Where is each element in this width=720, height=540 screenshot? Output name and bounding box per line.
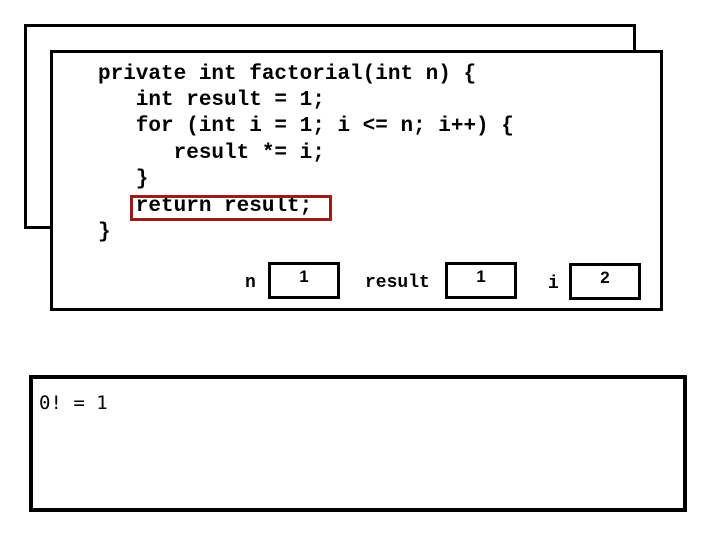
code-line: result *= i; [98, 142, 325, 165]
current-line-highlight [130, 195, 332, 221]
code-line: } [98, 168, 149, 191]
console-output: 0! = 1 [29, 375, 687, 512]
code-line: for (int i = 1; i <= n; i++) { [98, 115, 514, 138]
variable-label: n [245, 273, 256, 293]
code-line: private int factorial(int n) { [98, 63, 477, 86]
variable-value-box: 1 [445, 262, 517, 299]
code-line: int result = 1; [98, 89, 325, 112]
code-line: } [98, 221, 111, 244]
variable-label: i [548, 274, 559, 294]
variable-value-box: 2 [569, 263, 641, 300]
variable-label: result [365, 273, 430, 293]
console-output-text: 0! = 1 [39, 392, 108, 414]
variable-value-box: 1 [268, 262, 340, 299]
